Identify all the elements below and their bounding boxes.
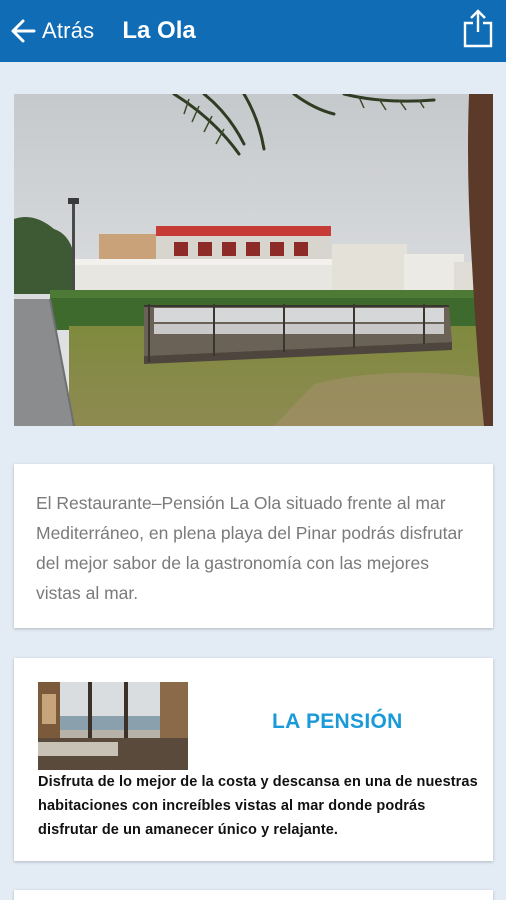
intro-text: El Restaurante–Pensión La Ola situado fr…	[36, 493, 464, 603]
pension-thumbnail	[38, 682, 188, 770]
pension-title: LA PENSIÓN	[272, 710, 403, 733]
restaurant-photo	[14, 94, 493, 426]
intro-card: El Restaurante–Pensión La Ola situado fr…	[14, 464, 493, 628]
app-bar: Atrás La Ola	[0, 0, 506, 62]
share-icon	[462, 8, 494, 53]
share-button[interactable]	[460, 8, 496, 53]
back-button[interactable]: Atrás	[0, 0, 106, 62]
back-label: Atrás	[42, 18, 95, 43]
arrow-left-icon	[10, 18, 36, 44]
page-title: La Ola	[122, 17, 196, 44]
next-card	[14, 890, 493, 900]
pension-card[interactable]: LA PENSIÓN Disfruta de lo mejor de la co…	[14, 658, 493, 861]
pension-text: Disfruta de lo mejor de la costa y desca…	[38, 774, 478, 838]
